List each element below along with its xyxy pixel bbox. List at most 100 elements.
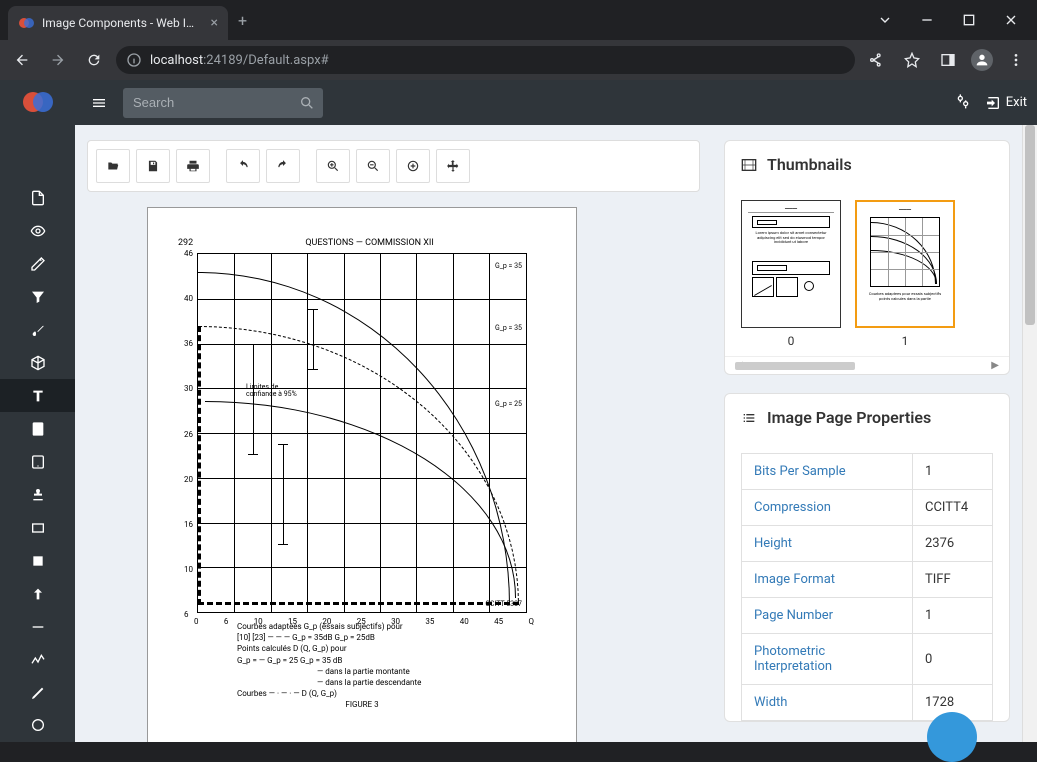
thumbnail-0[interactable]: ━━━━━ Lorem ipsum dolor sit amet consect… bbox=[741, 200, 841, 348]
minimize-icon[interactable] bbox=[915, 8, 939, 32]
url-host: localhost:24189/Default.aspx# bbox=[150, 53, 329, 68]
sidebar-item-brush[interactable] bbox=[0, 314, 75, 347]
open-button[interactable] bbox=[96, 149, 130, 183]
property-key: Height bbox=[742, 526, 913, 562]
top-right-actions: Exit bbox=[955, 93, 1027, 113]
zoom-out-button[interactable] bbox=[356, 149, 390, 183]
sidebar-item-circle[interactable] bbox=[0, 709, 75, 742]
y-axis-ticks: 46403630262016106 bbox=[184, 249, 193, 619]
list-icon bbox=[741, 410, 757, 426]
share-icon[interactable] bbox=[863, 47, 889, 73]
sidebar bbox=[0, 80, 75, 742]
sidebar-item-rectangle[interactable] bbox=[0, 511, 75, 544]
property-value: 0 bbox=[913, 634, 993, 685]
tab-title: Image Components - Web Image bbox=[42, 16, 203, 30]
chevron-down-icon[interactable] bbox=[873, 8, 897, 32]
sidebar-item-arrow-up[interactable] bbox=[0, 577, 75, 610]
properties-panel: Image Page Properties Bits Per Sample1Co… bbox=[724, 393, 1010, 722]
undo-button[interactable] bbox=[226, 149, 260, 183]
property-key: Image Format bbox=[742, 562, 913, 598]
new-tab-button[interactable]: + bbox=[238, 11, 247, 30]
window-controls bbox=[873, 8, 1037, 32]
menu-toggle-button[interactable] bbox=[85, 89, 113, 117]
floating-action-button[interactable] bbox=[927, 712, 977, 762]
scroll-thumb[interactable] bbox=[1025, 125, 1035, 325]
property-row: CompressionCCITT4 bbox=[742, 490, 993, 526]
sidebar-item-text[interactable] bbox=[0, 379, 75, 412]
save-button[interactable] bbox=[136, 149, 170, 183]
property-key: Width bbox=[742, 685, 913, 721]
sidebar-item-pencil[interactable] bbox=[0, 676, 75, 709]
print-button[interactable] bbox=[176, 149, 210, 183]
menu-dots-icon[interactable] bbox=[1003, 47, 1029, 73]
sidebar-item-edit[interactable] bbox=[0, 248, 75, 281]
sidebar-item-cube[interactable] bbox=[0, 347, 75, 380]
search-icon[interactable] bbox=[299, 95, 315, 115]
thumbnail-1[interactable]: ━━━━━ bbox=[855, 200, 955, 348]
scroll-handle[interactable] bbox=[735, 362, 855, 370]
search-field bbox=[123, 88, 323, 118]
property-value: TIFF bbox=[913, 562, 993, 598]
thumbnails-list: ━━━━━ Lorem ipsum dolor sit amet consect… bbox=[725, 188, 1009, 356]
x-axis-ticks: 061015202530354045Q bbox=[194, 617, 534, 626]
close-icon[interactable] bbox=[999, 8, 1023, 32]
property-value: 1 bbox=[913, 454, 993, 490]
properties-table: Bits Per Sample1CompressionCCITT4Height2… bbox=[741, 453, 993, 721]
property-key: Bits Per Sample bbox=[742, 454, 913, 490]
url-input[interactable]: localhost:24189/Default.aspx# bbox=[116, 46, 855, 74]
browser-address-bar: localhost:24189/Default.aspx# bbox=[0, 40, 1037, 80]
thumbnails-scrollbar[interactable]: ◀ ▶ bbox=[725, 356, 1009, 374]
property-row: Height2376 bbox=[742, 526, 993, 562]
thumbnails-panel: Thumbnails ━━━━━ Lorem ipsum dolor sit a… bbox=[724, 140, 1010, 375]
main-vertical-scrollbar[interactable] bbox=[1022, 125, 1037, 742]
page-number: 292 bbox=[178, 238, 193, 248]
sidebar-item-polyline[interactable] bbox=[0, 643, 75, 676]
property-key: Compression bbox=[742, 490, 913, 526]
sidebar-item-document[interactable] bbox=[0, 412, 75, 445]
maximize-icon[interactable] bbox=[957, 8, 981, 32]
scroll-right-icon[interactable]: ▶ bbox=[991, 360, 999, 371]
search-input[interactable] bbox=[123, 88, 323, 118]
thumbnails-title: Thumbnails bbox=[767, 155, 852, 174]
browser-title-bar: Image Components - Web Image × + bbox=[0, 0, 1037, 40]
sidebar-item-line[interactable] bbox=[0, 610, 75, 643]
profile-avatar[interactable] bbox=[971, 49, 993, 71]
doc-heading: QUESTIONS — COMMISSION XII bbox=[305, 238, 433, 248]
property-row: Photometric Interpretation0 bbox=[742, 634, 993, 685]
back-button[interactable] bbox=[8, 46, 36, 74]
sidebar-item-file[interactable] bbox=[0, 182, 75, 215]
property-value: CCITT4 bbox=[913, 490, 993, 526]
property-key: Page Number bbox=[742, 598, 913, 634]
document-legend: Courbes adaptées G_p (essais subjectifs)… bbox=[237, 621, 487, 711]
panel-icon[interactable] bbox=[935, 47, 961, 73]
sidebar-item-tablet[interactable] bbox=[0, 445, 75, 478]
document-page[interactable]: 292 QUESTIONS — COMMISSION XII G_p = 35 … bbox=[147, 207, 577, 742]
fit-button[interactable] bbox=[396, 149, 430, 183]
right-panel: Thumbnails ━━━━━ Lorem ipsum dolor sit a… bbox=[712, 125, 1022, 742]
zoom-in-button[interactable] bbox=[316, 149, 350, 183]
app-logo bbox=[0, 80, 75, 124]
sidebar-item-view[interactable] bbox=[0, 215, 75, 248]
exit-button[interactable]: Exit bbox=[985, 95, 1027, 111]
document-graph: G_p = 35 G_p = 35 G_p = 25 Limites decon… bbox=[197, 253, 527, 613]
sidebar-item-stamp[interactable] bbox=[0, 478, 75, 511]
redo-button[interactable] bbox=[266, 149, 300, 183]
browser-tab[interactable]: Image Components - Web Image × bbox=[8, 6, 228, 40]
move-button[interactable] bbox=[436, 149, 470, 183]
address-bar-actions bbox=[863, 47, 1029, 73]
property-value: 1 bbox=[913, 598, 993, 634]
close-tab-icon[interactable]: × bbox=[211, 15, 218, 31]
property-key: Photometric Interpretation bbox=[742, 634, 913, 685]
property-value: 2376 bbox=[913, 526, 993, 562]
settings-icon[interactable] bbox=[955, 93, 971, 113]
viewer-toolbar bbox=[87, 140, 700, 192]
sidebar-item-square[interactable] bbox=[0, 544, 75, 577]
star-icon[interactable] bbox=[899, 47, 925, 73]
property-row: Bits Per Sample1 bbox=[742, 454, 993, 490]
forward-button[interactable] bbox=[44, 46, 72, 74]
info-icon bbox=[126, 52, 142, 68]
app-top-bar: Exit bbox=[75, 80, 1037, 125]
reload-button[interactable] bbox=[80, 46, 108, 74]
sidebar-item-filter[interactable] bbox=[0, 281, 75, 314]
property-row: Image FormatTIFF bbox=[742, 562, 993, 598]
